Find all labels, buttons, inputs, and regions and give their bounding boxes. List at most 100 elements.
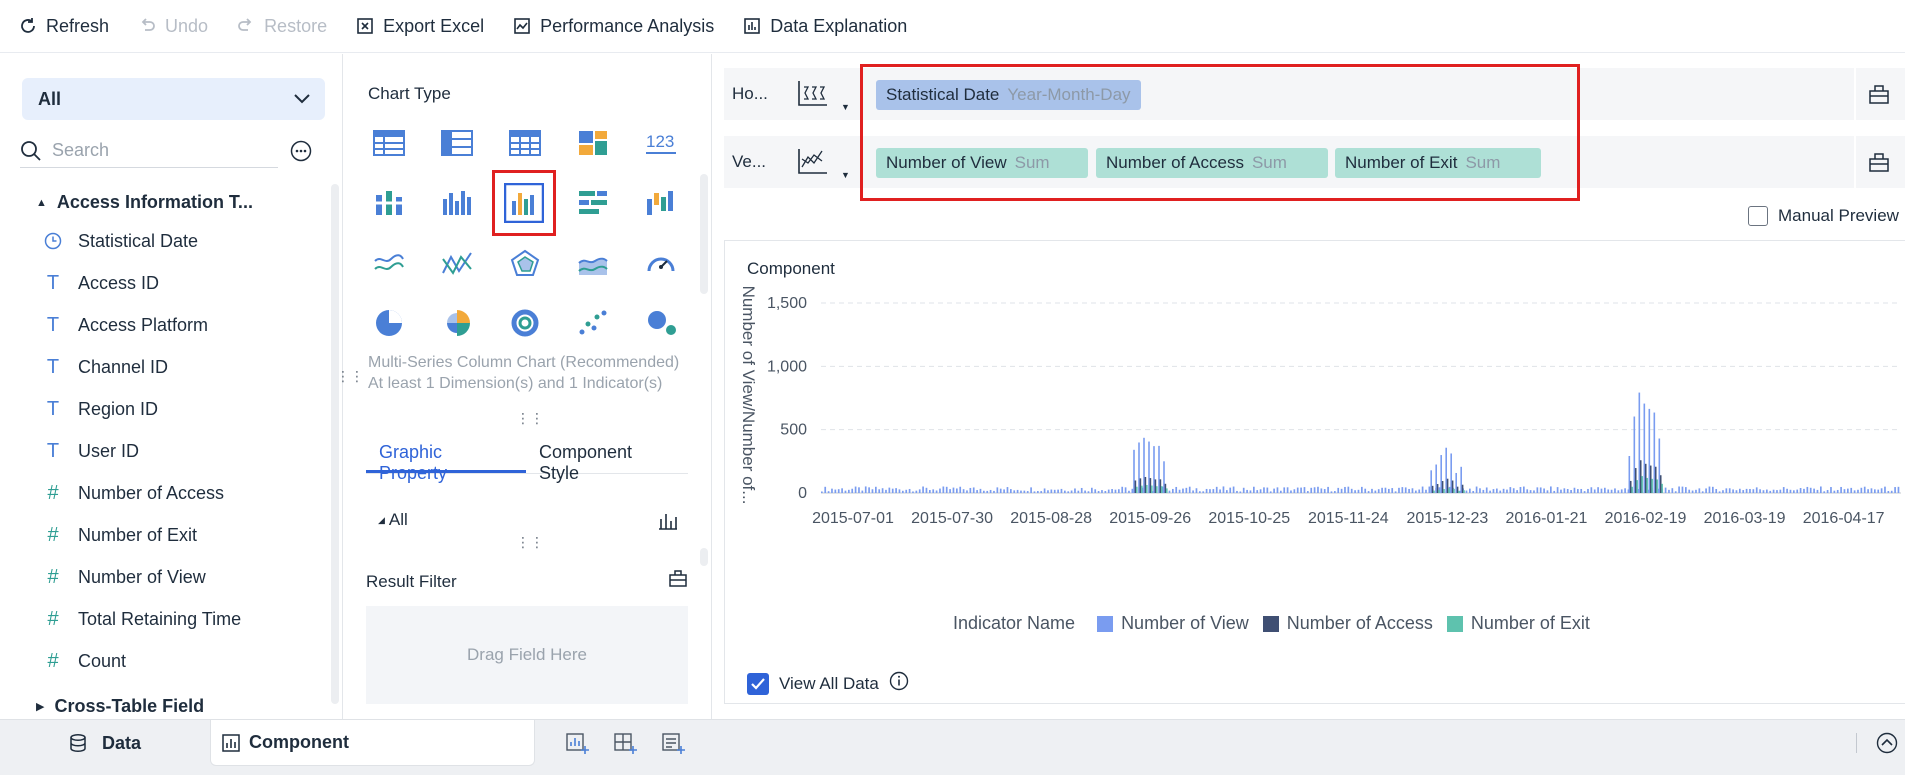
chart-type-gauge[interactable] bbox=[636, 238, 686, 288]
bar-access bbox=[1451, 480, 1454, 493]
chart-type-ring[interactable] bbox=[500, 298, 550, 348]
y-axis-title: Number of View/Number of... bbox=[739, 286, 758, 505]
bar-view bbox=[1728, 488, 1731, 493]
bar-access bbox=[1431, 485, 1434, 493]
dropdown-caret-icon[interactable]: ▼ bbox=[841, 102, 850, 112]
bar-view bbox=[1391, 488, 1394, 493]
chart-type-line[interactable] bbox=[364, 238, 414, 288]
section-resize-handle[interactable]: ⋮⋮ bbox=[516, 411, 544, 425]
bar-exit bbox=[1443, 489, 1445, 493]
refresh-button[interactable]: Refresh bbox=[18, 16, 109, 37]
property-scrollbar[interactable] bbox=[700, 548, 708, 566]
chart-type-scrollbar[interactable] bbox=[700, 174, 708, 294]
bar-view bbox=[1168, 490, 1171, 493]
field-number-of-exit[interactable]: # Number of Exit bbox=[42, 514, 197, 556]
field-region-id[interactable]: T Region ID bbox=[42, 388, 158, 430]
chart-type-kpi-number[interactable]: 123 bbox=[636, 118, 686, 168]
undo-button[interactable]: Undo bbox=[137, 16, 208, 37]
chart-type-waterfall[interactable] bbox=[636, 178, 686, 228]
export-excel-button[interactable]: Export Excel bbox=[355, 16, 484, 37]
field-panel-scrollbar[interactable] bbox=[331, 184, 339, 704]
field-count[interactable]: # Count bbox=[42, 640, 126, 682]
bar-access bbox=[1164, 483, 1167, 493]
chart-type-table[interactable] bbox=[364, 118, 414, 168]
bar-view bbox=[1695, 489, 1697, 493]
add-component-icon[interactable] bbox=[565, 732, 589, 759]
legend-item-view[interactable]: Number of View bbox=[1097, 613, 1249, 634]
field-access-id[interactable]: T Access ID bbox=[42, 262, 159, 304]
axis-config-icon[interactable] bbox=[1868, 83, 1890, 110]
data-explanation-button[interactable]: Data Explanation bbox=[742, 16, 907, 37]
info-icon[interactable] bbox=[889, 671, 909, 696]
chart-type-bar[interactable] bbox=[568, 178, 618, 228]
bar-view bbox=[1597, 487, 1599, 493]
result-filter-dropzone[interactable]: Drag Field Here bbox=[366, 606, 688, 704]
field-channel-id[interactable]: T Channel ID bbox=[42, 346, 168, 388]
collapse-panel-icon[interactable] bbox=[1876, 732, 1898, 759]
bar-view bbox=[956, 488, 958, 493]
bar-view bbox=[1782, 487, 1785, 493]
add-dashboard-icon[interactable] bbox=[613, 732, 637, 759]
chart-type-radar[interactable] bbox=[500, 238, 550, 288]
chart-type-cross-table[interactable] bbox=[500, 118, 550, 168]
section-resize-handle[interactable]: ⋮⋮ bbox=[516, 535, 544, 549]
bar-view bbox=[1587, 488, 1589, 493]
add-story-icon[interactable] bbox=[661, 732, 685, 759]
tab-component-style[interactable]: Component Style bbox=[526, 430, 688, 483]
bar-view bbox=[1681, 486, 1684, 493]
axis-config-icon[interactable] bbox=[1868, 151, 1890, 178]
vertical-axis-icon[interactable] bbox=[796, 147, 828, 182]
more-options-icon[interactable] bbox=[290, 140, 312, 167]
field-statistical-date[interactable]: Statistical Date bbox=[42, 220, 198, 262]
bar-view bbox=[1732, 489, 1734, 493]
bar-chart-icon[interactable] bbox=[658, 512, 678, 535]
chart-type-grouped-table[interactable] bbox=[432, 118, 482, 168]
chart-type-multi-series-column[interactable] bbox=[492, 170, 556, 236]
horizontal-axis-icon[interactable] bbox=[796, 79, 828, 114]
divider bbox=[1856, 733, 1857, 753]
filter-config-icon[interactable] bbox=[668, 568, 688, 593]
search-input[interactable] bbox=[52, 140, 252, 161]
group-cross-table-field[interactable]: ▶ Cross-Table Field bbox=[36, 696, 204, 717]
bar-view bbox=[1465, 490, 1468, 493]
chart-type-rose[interactable] bbox=[432, 298, 482, 348]
chart-type-bubble[interactable] bbox=[636, 298, 686, 348]
chart-type-treemap[interactable] bbox=[568, 118, 618, 168]
chart-type-polyline[interactable] bbox=[432, 238, 482, 288]
manual-preview-toggle[interactable]: Manual Preview bbox=[1748, 206, 1899, 226]
legend-item-access[interactable]: Number of Access bbox=[1262, 613, 1433, 634]
chart-type-stacked-column[interactable] bbox=[364, 178, 414, 228]
view-all-data-toggle[interactable]: View All Data bbox=[747, 671, 909, 696]
group-access-information[interactable]: ▲ Access Information T... bbox=[36, 192, 253, 213]
bar-view bbox=[1124, 487, 1127, 493]
chart-type-scatter[interactable] bbox=[568, 298, 618, 348]
view-all-checkbox[interactable] bbox=[747, 672, 769, 695]
bar-exit bbox=[1656, 479, 1658, 493]
chart-type-pie[interactable] bbox=[364, 298, 414, 348]
bar-view bbox=[1799, 488, 1802, 493]
manual-preview-checkbox[interactable] bbox=[1748, 206, 1768, 226]
chart-type-area[interactable] bbox=[568, 238, 618, 288]
field-number-of-view[interactable]: # Number of View bbox=[42, 556, 205, 598]
field-access-platform[interactable]: T Access Platform bbox=[42, 304, 208, 346]
bar-view bbox=[1163, 461, 1165, 493]
dropdown-caret-icon[interactable]: ▼ bbox=[841, 170, 850, 180]
chart-type-column[interactable] bbox=[432, 178, 482, 228]
performance-analysis-button[interactable]: Performance Analysis bbox=[512, 16, 714, 37]
field-number-of-access[interactable]: # Number of Access bbox=[42, 472, 224, 514]
tab-component[interactable]: Component bbox=[210, 720, 535, 766]
bar-view bbox=[1053, 489, 1056, 493]
tab-data[interactable]: Data bbox=[68, 720, 141, 766]
dataset-select[interactable]: All bbox=[22, 78, 325, 120]
bar-view bbox=[1718, 491, 1721, 493]
x-tick-label: 2015-07-01 bbox=[812, 510, 894, 527]
tab-graphic-property[interactable]: Graphic Property bbox=[366, 430, 526, 483]
field-user-id[interactable]: T User ID bbox=[42, 430, 139, 472]
restore-button[interactable]: Restore bbox=[236, 16, 327, 37]
bar-view bbox=[1512, 488, 1515, 493]
legend-item-exit[interactable]: Number of Exit bbox=[1446, 613, 1590, 634]
field-total-retaining-time[interactable]: # Total Retaining Time bbox=[42, 598, 241, 640]
bar-view bbox=[1003, 489, 1005, 493]
bar-view bbox=[1455, 472, 1457, 493]
all-property-group[interactable]: ◢ All bbox=[378, 510, 408, 530]
